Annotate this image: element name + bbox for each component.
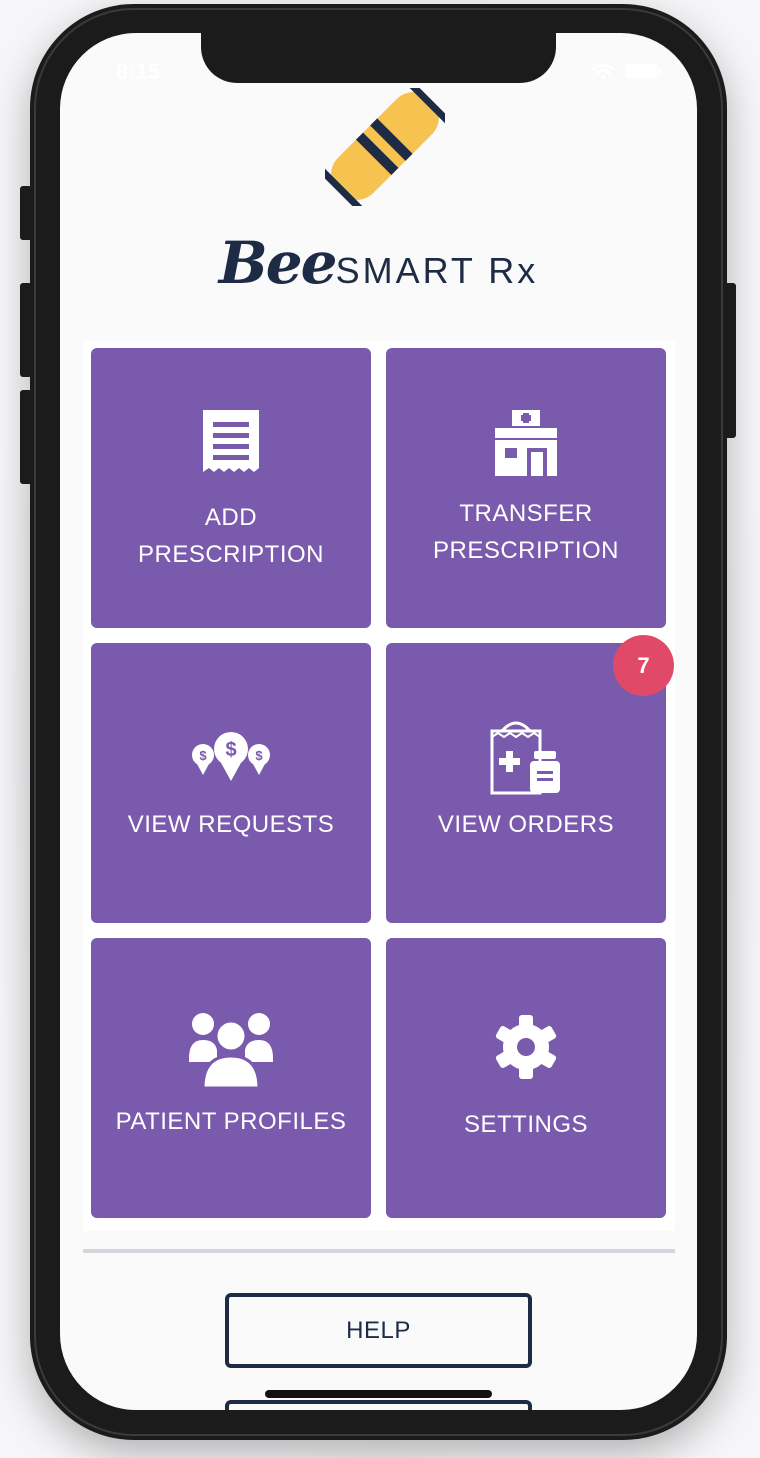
- brand-bee-text: Bee: [218, 229, 338, 297]
- view-orders-label: VIEW ORDERS: [437, 811, 615, 838]
- volume-up-button: [20, 283, 32, 377]
- users-group-icon: [91, 1010, 371, 1090]
- beesmart-logo: [303, 64, 467, 228]
- home-indicator: [265, 1390, 492, 1398]
- settings-label: SETTINGS: [463, 1111, 588, 1138]
- medicine-bag-icon: [386, 715, 666, 795]
- volume-down-button: [20, 390, 32, 484]
- svg-text:$: $: [199, 748, 207, 763]
- add-prescription-label: ADD PRESCRIPTION: [137, 504, 325, 568]
- divider: [83, 1249, 675, 1253]
- patient-profiles-label: PATIENT PROFILES: [115, 1108, 347, 1135]
- menu-grid: ADD PRESCRIPTION TRANSFER PRESCRIPTION $…: [83, 341, 675, 1231]
- svg-text:$: $: [225, 739, 236, 761]
- wifi-icon: [591, 63, 615, 75]
- notch: [201, 33, 556, 83]
- orders-count-badge: 7: [613, 635, 674, 696]
- money-pins-icon: $ $ $: [91, 731, 371, 783]
- power-button: [724, 283, 736, 438]
- brand-wordmark: BeeSMART Rx: [60, 229, 697, 297]
- transfer-prescription-label: TRANSFER PRESCRIPTION: [432, 500, 620, 564]
- svg-text:$: $: [255, 748, 263, 763]
- pharmacy-building-icon: [386, 408, 666, 478]
- settings-tile[interactable]: SETTINGS: [386, 938, 666, 1218]
- view-requests-label: VIEW REQUESTS: [127, 811, 335, 838]
- view-requests-tile[interactable]: $ $ $ VIEW REQUESTS: [91, 643, 371, 923]
- transfer-prescription-tile[interactable]: TRANSFER PRESCRIPTION: [386, 348, 666, 628]
- app-screen: 8:15 BeeSMART Rx ADD PRESCRIPTION TRANSF…: [60, 33, 697, 1410]
- add-prescription-tile[interactable]: ADD PRESCRIPTION: [91, 348, 371, 628]
- patient-profiles-tile[interactable]: PATIENT PROFILES: [91, 938, 371, 1218]
- receipt-icon: [91, 408, 371, 474]
- help-button[interactable]: HELP: [225, 1293, 532, 1368]
- brand-smart-text: SMART Rx: [335, 250, 539, 291]
- status-time: 8:15: [116, 59, 161, 84]
- status-icons: [591, 61, 663, 86]
- battery-icon: [625, 64, 657, 78]
- mute-switch: [20, 186, 32, 240]
- secondary-button[interactable]: [225, 1400, 532, 1410]
- gear-icon: [386, 1014, 666, 1080]
